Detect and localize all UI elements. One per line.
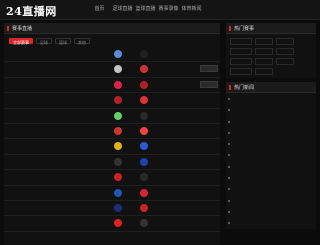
match-row[interactable] bbox=[4, 93, 220, 109]
home-team-logo bbox=[114, 80, 122, 89]
accent-bar bbox=[7, 26, 9, 31]
match-row[interactable] bbox=[4, 186, 220, 201]
filter-all[interactable]: 全部赛事 bbox=[9, 38, 33, 45]
hot-tag[interactable] bbox=[230, 48, 252, 55]
accent-bar bbox=[229, 26, 231, 31]
hot-tag[interactable] bbox=[276, 58, 294, 65]
hot-tag[interactable] bbox=[255, 68, 273, 75]
match-list bbox=[4, 47, 220, 232]
news-item[interactable] bbox=[226, 127, 316, 138]
news-item[interactable] bbox=[226, 183, 316, 194]
away-team-logo bbox=[140, 111, 148, 120]
news-item[interactable] bbox=[226, 172, 316, 183]
site-logo[interactable]: 24直播网 bbox=[6, 3, 57, 19]
away-team-logo bbox=[140, 203, 148, 212]
accent-bar bbox=[229, 85, 231, 90]
watch-button[interactable] bbox=[200, 80, 218, 88]
hot-tag[interactable] bbox=[230, 58, 252, 65]
news-item[interactable] bbox=[226, 161, 316, 172]
away-team-logo bbox=[140, 173, 148, 182]
match-row[interactable] bbox=[4, 62, 220, 78]
hot-events-box: 热门赛事 bbox=[226, 23, 316, 78]
away-team-logo bbox=[140, 157, 148, 166]
match-row[interactable] bbox=[4, 155, 220, 171]
news-item[interactable] bbox=[226, 206, 316, 217]
news-item[interactable] bbox=[226, 217, 316, 228]
filter-tabs: 全部赛事 足球 篮球 其他 bbox=[4, 34, 220, 47]
filter-football[interactable]: 足球 bbox=[36, 38, 52, 45]
news-box: 热门新闻 bbox=[226, 82, 316, 229]
news-title: 热门新闻 bbox=[234, 85, 255, 91]
away-team-logo bbox=[140, 80, 148, 89]
away-team-logo bbox=[140, 219, 148, 228]
home-team-logo bbox=[114, 173, 122, 182]
sidebar: 热门赛事 热门新闻 bbox=[226, 23, 316, 245]
hot-tag[interactable] bbox=[230, 38, 252, 45]
news-item[interactable] bbox=[226, 93, 316, 104]
hot-tag[interactable] bbox=[255, 48, 273, 55]
away-team-logo bbox=[140, 188, 148, 197]
nav-home[interactable]: 首页 bbox=[88, 5, 111, 12]
match-row[interactable] bbox=[4, 201, 220, 217]
schedule-header: 赛事直播 bbox=[4, 23, 220, 34]
home-team-logo bbox=[114, 111, 122, 120]
away-team-logo bbox=[140, 65, 148, 74]
news-item[interactable] bbox=[226, 116, 316, 127]
nav-news[interactable]: 体育新闻 bbox=[180, 5, 203, 12]
away-team-logo bbox=[140, 126, 148, 135]
home-team-logo bbox=[114, 96, 122, 105]
home-team-logo bbox=[114, 126, 122, 135]
hot-tag[interactable] bbox=[255, 58, 273, 65]
filter-basketball[interactable]: 篮球 bbox=[55, 38, 71, 45]
match-row[interactable] bbox=[4, 47, 220, 63]
hot-header: 热门赛事 bbox=[226, 23, 316, 34]
news-item[interactable] bbox=[226, 138, 316, 149]
home-team-logo bbox=[114, 142, 122, 151]
match-row[interactable] bbox=[4, 139, 220, 155]
nav-football[interactable]: 足球直播 bbox=[111, 5, 134, 12]
news-item[interactable] bbox=[226, 149, 316, 160]
away-team-logo bbox=[140, 142, 148, 151]
home-team-logo bbox=[114, 188, 122, 197]
hot-tag[interactable] bbox=[255, 38, 273, 45]
match-row[interactable] bbox=[4, 124, 220, 140]
top-bar: 24直播网 首页 足球直播 篮球直播 赛事录像 体育新闻 bbox=[0, 0, 320, 20]
match-row[interactable] bbox=[4, 216, 220, 232]
match-row[interactable] bbox=[4, 170, 220, 186]
home-team-logo bbox=[114, 50, 122, 58]
main-nav: 首页 足球直播 篮球直播 赛事录像 体育新闻 bbox=[88, 5, 203, 12]
home-team-logo bbox=[114, 203, 122, 212]
hot-tag[interactable] bbox=[276, 48, 294, 55]
schedule-title: 赛事直播 bbox=[12, 26, 33, 32]
home-team-logo bbox=[114, 157, 122, 166]
home-team-logo bbox=[114, 219, 122, 228]
news-header: 热门新闻 bbox=[226, 82, 316, 93]
hot-tag[interactable] bbox=[276, 38, 294, 45]
away-team-logo bbox=[140, 50, 148, 58]
news-item[interactable] bbox=[226, 104, 316, 115]
match-row[interactable] bbox=[4, 78, 220, 94]
nav-basketball[interactable]: 篮球直播 bbox=[134, 5, 157, 12]
filter-other[interactable]: 其他 bbox=[74, 38, 90, 45]
match-row[interactable] bbox=[4, 109, 220, 124]
hot-tag[interactable] bbox=[230, 68, 252, 75]
schedule-panel: 赛事直播 全部赛事 足球 篮球 其他 bbox=[4, 23, 220, 245]
nav-replays[interactable]: 赛事录像 bbox=[157, 5, 180, 12]
news-item[interactable] bbox=[226, 195, 316, 206]
home-team-logo bbox=[114, 65, 122, 74]
news-list bbox=[226, 93, 316, 229]
hot-title: 热门赛事 bbox=[234, 26, 255, 32]
hot-tags bbox=[226, 34, 316, 78]
watch-button[interactable] bbox=[200, 65, 218, 73]
away-team-logo bbox=[140, 96, 148, 105]
